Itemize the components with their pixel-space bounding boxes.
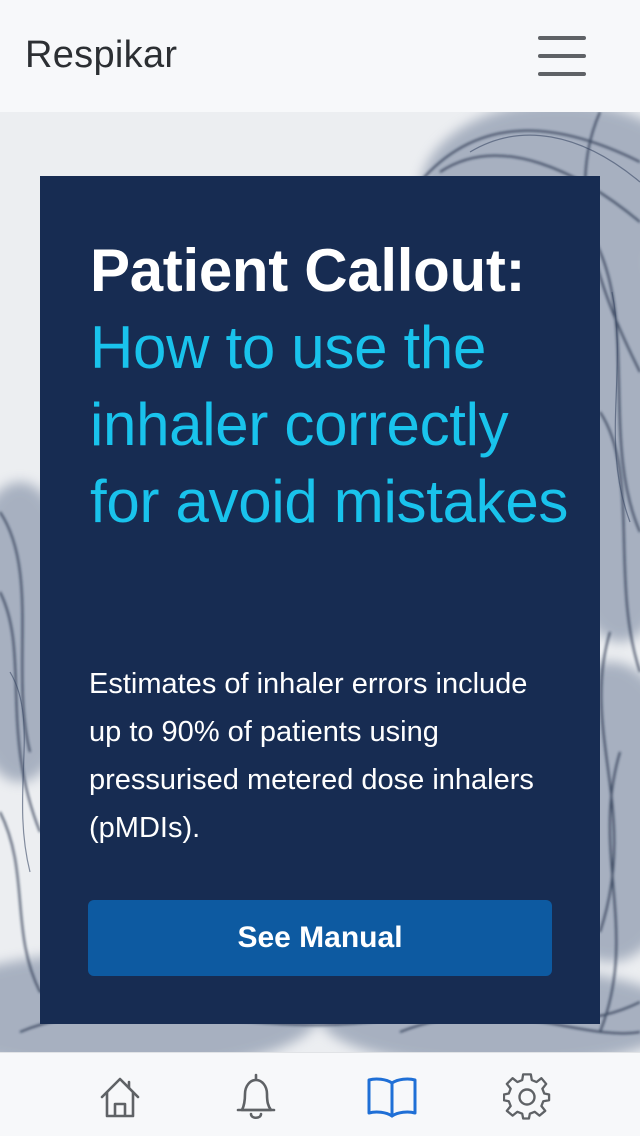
nav-item-settings[interactable] <box>500 1069 556 1125</box>
card-subtitle: How to use the inhaler correctly for avo… <box>90 314 569 535</box>
hamburger-menu-icon[interactable] <box>530 30 594 82</box>
book-icon <box>367 1077 417 1118</box>
top-app-bar: Respikar <box>0 0 640 112</box>
card-title: Patient Callout: <box>90 237 526 304</box>
patient-callout-card: Patient Callout: How to use the inhaler … <box>40 176 600 1024</box>
hero-section: Patient Callout: How to use the inhaler … <box>0 112 640 1052</box>
gear-icon <box>503 1073 551 1120</box>
nav-item-home[interactable] <box>92 1069 148 1125</box>
home-icon <box>100 1077 140 1118</box>
see-manual-button[interactable]: See Manual <box>88 900 552 976</box>
nav-item-manual[interactable] <box>364 1069 420 1125</box>
nav-item-notifications[interactable] <box>228 1069 284 1125</box>
bottom-navigation <box>0 1052 640 1136</box>
menu-line <box>538 54 586 58</box>
menu-line <box>538 36 586 40</box>
app-screen: Respikar Patient Callout: How to use the… <box>0 0 640 1136</box>
bell-icon <box>236 1073 276 1120</box>
card-body-text: Estimates of inhaler errors include up t… <box>89 668 534 844</box>
menu-line <box>538 72 586 76</box>
app-title: Respikar <box>25 34 178 76</box>
